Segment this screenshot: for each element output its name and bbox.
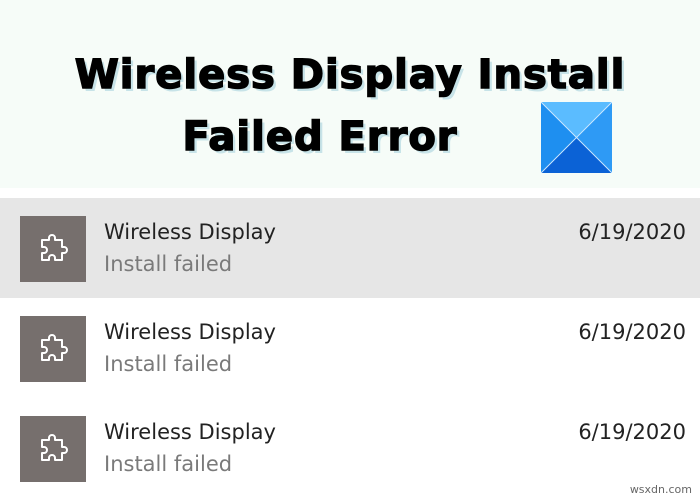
update-date: 6/19/2020 — [578, 320, 686, 344]
app-tile — [20, 316, 86, 382]
update-name: Wireless Display — [104, 420, 276, 444]
update-list-item[interactable]: Wireless Display Install failed 6/19/202… — [0, 198, 700, 298]
update-status: Install failed — [104, 352, 233, 376]
watermark-text: wsxdn.com — [629, 483, 692, 496]
puzzle-icon — [41, 234, 68, 261]
app-tile — [20, 416, 86, 482]
puzzle-icon — [41, 334, 68, 361]
update-history-list: Wireless Display Install failed 6/19/202… — [0, 198, 700, 498]
update-date: 6/19/2020 — [578, 220, 686, 244]
update-date: 6/19/2020 — [578, 420, 686, 444]
update-name: Wireless Display — [104, 320, 276, 344]
update-name: Wireless Display — [104, 220, 276, 244]
update-list-item[interactable]: Wireless Display Install failed 6/19/202… — [0, 398, 700, 498]
update-status: Install failed — [104, 252, 233, 276]
puzzle-icon — [41, 434, 68, 461]
banner-title-line-1: Wireless Display Install — [74, 51, 626, 99]
banner: Wireless Display Install Failed Error — [0, 0, 700, 188]
windows-logo-icon — [541, 102, 612, 173]
update-list-item[interactable]: Wireless Display Install failed 6/19/202… — [0, 298, 700, 398]
app-tile — [20, 216, 86, 282]
update-status: Install failed — [104, 452, 233, 476]
